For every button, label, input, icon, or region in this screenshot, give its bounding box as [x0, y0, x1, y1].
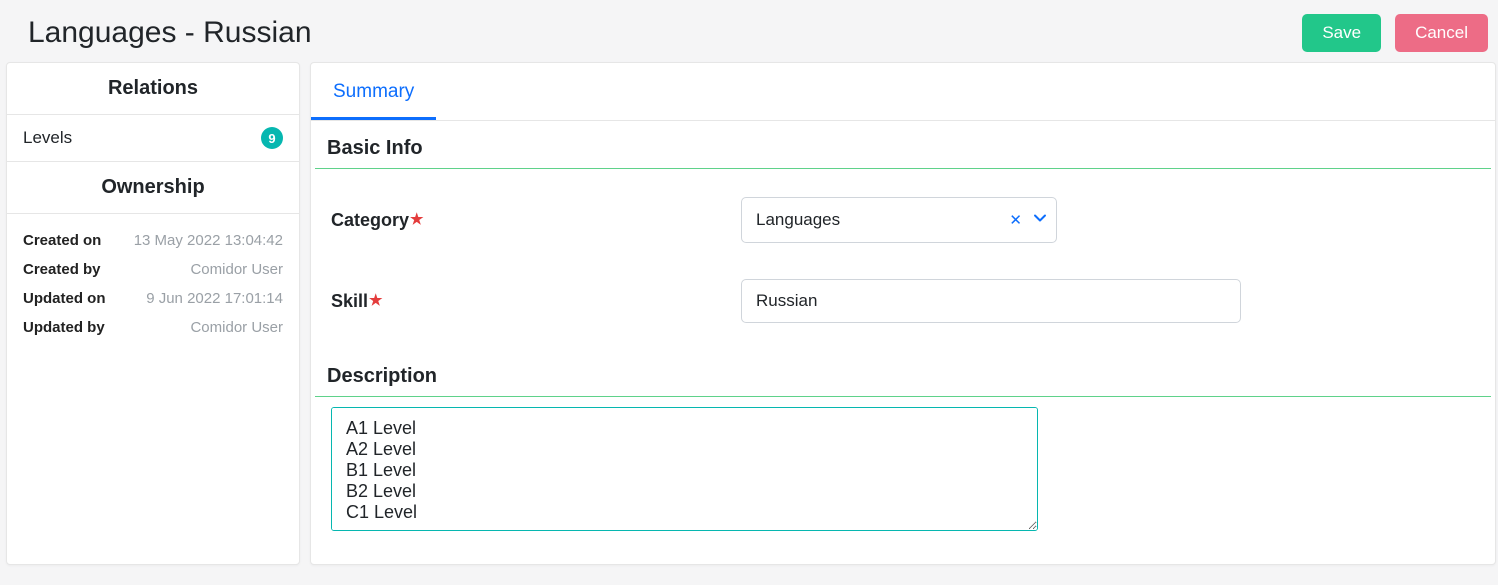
- required-star-icon: ★: [369, 292, 382, 309]
- save-button[interactable]: Save: [1302, 14, 1381, 52]
- skill-row: Skill★: [331, 261, 1475, 341]
- tabs: Summary: [311, 63, 1495, 121]
- description-textarea[interactable]: [331, 407, 1038, 531]
- category-select-value: Languages: [756, 210, 840, 230]
- ownership-created-on: Created on 13 May 2022 13:04:42: [23, 226, 283, 255]
- ownership-title: Ownership: [7, 161, 299, 214]
- header-buttons: Save Cancel: [1302, 14, 1488, 52]
- skill-label: Skill★: [331, 291, 741, 312]
- ownership-list: Created on 13 May 2022 13:04:42 Created …: [7, 214, 299, 358]
- ownership-created-by: Created by Comidor User: [23, 255, 283, 284]
- category-select[interactable]: Languages ✕: [741, 197, 1057, 243]
- created-by-label: Created by: [23, 261, 101, 278]
- ownership-updated-by: Updated by Comidor User: [23, 313, 283, 342]
- chevron-down-icon[interactable]: [1032, 210, 1048, 231]
- created-on-label: Created on: [23, 232, 101, 249]
- category-label-text: Category: [331, 210, 409, 230]
- sidebar-item-label: Levels: [23, 128, 72, 148]
- clear-icon[interactable]: ✕: [1009, 211, 1022, 229]
- skill-input[interactable]: [741, 279, 1241, 323]
- tab-summary[interactable]: Summary: [311, 63, 436, 120]
- cancel-button[interactable]: Cancel: [1395, 14, 1488, 52]
- required-star-icon: ★: [410, 211, 423, 228]
- category-label: Category★: [331, 210, 741, 231]
- category-row: Category★ Languages ✕: [331, 179, 1475, 261]
- page-title: Languages - Russian: [28, 16, 312, 50]
- sidebar-item-levels[interactable]: Levels 9: [7, 115, 299, 161]
- created-by-value: Comidor User: [190, 261, 283, 278]
- skill-label-text: Skill: [331, 291, 368, 311]
- updated-on-value: 9 Jun 2022 17:01:14: [146, 290, 283, 307]
- relations-title: Relations: [7, 63, 299, 115]
- sidebar-panel: Relations Levels 9 Ownership Created on …: [6, 62, 300, 565]
- updated-on-label: Updated on: [23, 290, 106, 307]
- description-area: [311, 397, 1495, 536]
- created-on-value: 13 May 2022 13:04:42: [134, 232, 283, 249]
- updated-by-label: Updated by: [23, 319, 105, 336]
- description-title: Description: [315, 349, 1491, 397]
- page-header: Languages - Russian Save Cancel: [0, 0, 1498, 62]
- updated-by-value: Comidor User: [190, 319, 283, 336]
- levels-count-badge: 9: [261, 127, 283, 149]
- basic-info-title: Basic Info: [315, 121, 1491, 169]
- basic-info-form: Category★ Languages ✕ Skill★: [311, 169, 1495, 349]
- main-panel: Summary Basic Info Category★ Languages ✕…: [310, 62, 1496, 565]
- ownership-updated-on: Updated on 9 Jun 2022 17:01:14: [23, 284, 283, 313]
